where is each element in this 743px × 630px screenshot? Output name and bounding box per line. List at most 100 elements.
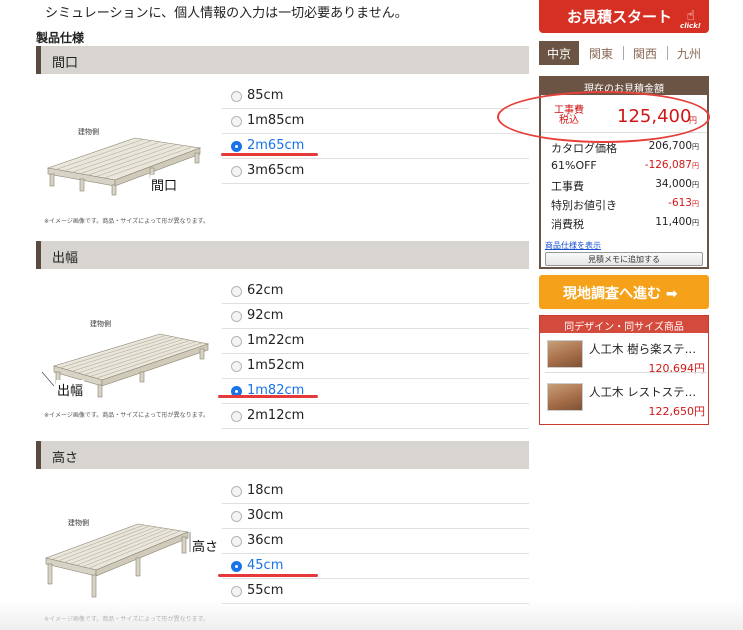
click-label: click!: [680, 22, 701, 30]
same-design-header: 同デザイン・同サイズ商品: [540, 316, 708, 333]
option-list-height: 18cm 30cm 36cm 45cm 55cm: [222, 479, 529, 604]
section-bar: [36, 46, 41, 74]
section-title: 間口: [52, 56, 79, 71]
product-item[interactable]: 人工木 樹ら楽ステージ 120,694円: [547, 338, 707, 380]
price-row-value: 206,700円: [648, 140, 699, 152]
option-label: 1m22cm: [247, 333, 305, 348]
selection-underline: [218, 574, 318, 577]
price-row-label: 工事費: [551, 180, 584, 193]
radio-button[interactable]: [231, 91, 242, 102]
option-label: 92cm: [247, 308, 284, 323]
selection-underline: [218, 395, 318, 398]
option-1m82cm[interactable]: 1m82cm: [222, 379, 529, 404]
option-list-width: 85cm 1m85cm 2m65cm 3m65cm: [222, 84, 529, 184]
section-header-width: 間口: [36, 46, 529, 74]
dimension-label-height: 高さ: [191, 536, 220, 555]
option-85cm[interactable]: 85cm: [222, 84, 529, 109]
radio-button[interactable]: [231, 116, 242, 127]
tab-kanto[interactable]: 関東: [583, 41, 619, 65]
option-1m22cm[interactable]: 1m22cm: [222, 329, 529, 354]
section-header-height: 高さ: [36, 441, 529, 469]
option-label: 30cm: [247, 508, 284, 523]
radio-button-selected[interactable]: [231, 141, 242, 152]
tab-kyushu[interactable]: 九州: [671, 41, 707, 65]
radio-button[interactable]: [231, 311, 242, 322]
add-memo-button[interactable]: 見積メモに追加する: [545, 252, 703, 266]
price-row-construction: 工事費 34,000円: [549, 176, 701, 194]
building-side-label: 建物側: [68, 519, 89, 527]
price-row-label: 特別お値引き: [551, 199, 617, 212]
radio-button[interactable]: [231, 486, 242, 497]
option-92cm[interactable]: 92cm: [222, 304, 529, 329]
building-side-label: 建物側: [78, 128, 99, 136]
product-name[interactable]: 人工木 樹ら楽ステージ: [589, 341, 701, 357]
dimension-label-depth: 出幅: [56, 380, 85, 399]
highlight-ellipse: [497, 91, 710, 143]
spec-title: 製品仕様: [36, 31, 85, 45]
radio-button[interactable]: [231, 336, 242, 347]
radio-button[interactable]: [231, 586, 242, 597]
option-1m52cm[interactable]: 1m52cm: [222, 354, 529, 379]
section-header-depth: 出幅: [36, 241, 529, 269]
option-1m85cm[interactable]: 1m85cm: [222, 109, 529, 134]
radio-button[interactable]: [231, 536, 242, 547]
price-row-value: -613円: [668, 197, 699, 209]
section-bar: [36, 241, 41, 269]
product-price: 122,650円: [648, 405, 706, 418]
show-spec-link[interactable]: 商品仕様を表示: [545, 240, 601, 251]
option-label: 2m12cm: [247, 408, 305, 423]
radio-button-selected[interactable]: [231, 561, 242, 572]
section-bar: [36, 441, 41, 469]
price-row-value: -126,087円: [644, 159, 699, 171]
deck-drawing: [44, 523, 191, 598]
section-title: 高さ: [52, 451, 79, 466]
radio-button[interactable]: [231, 286, 242, 297]
bottom-fade: [0, 600, 743, 630]
image-note: ※イメージ画像です。商品・サイズによって形が異なります。: [44, 412, 210, 419]
intro-text: シミュレーションに、個人情報の入力は一切必要ありません。: [45, 6, 408, 21]
option-label: 55cm: [247, 583, 284, 598]
radio-button[interactable]: [231, 361, 242, 372]
product-name[interactable]: 人工木 レストステージ: [589, 384, 701, 400]
option-label: 2m65cm: [247, 138, 305, 153]
product-thumbnail[interactable]: [547, 383, 583, 411]
option-label: 18cm: [247, 483, 284, 498]
estimate-start-button[interactable]: お見積スタート ☝ click!: [539, 0, 709, 33]
option-30cm[interactable]: 30cm: [222, 504, 529, 529]
radio-button[interactable]: [231, 511, 242, 522]
image-note: ※イメージ画像です。商品・サイズによって形が異なります。: [44, 218, 210, 225]
deck-illustration-width: [46, 137, 202, 196]
tab-kansai[interactable]: 関西: [627, 41, 663, 65]
option-36cm[interactable]: 36cm: [222, 529, 529, 554]
section-title: 出幅: [52, 251, 79, 266]
product-item[interactable]: 人工木 レストステージ 122,650円: [547, 381, 707, 423]
price-row-label: 61%OFF: [551, 159, 597, 172]
tab-chukyo[interactable]: 中京: [539, 41, 579, 65]
site-survey-label: 現地調査へ進む ➡: [563, 286, 678, 302]
product-thumbnail[interactable]: [547, 340, 583, 368]
building-side-label: 建物側: [90, 320, 111, 328]
option-label: 1m52cm: [247, 358, 305, 373]
product-price: 120,694円: [648, 362, 706, 375]
option-label: 36cm: [247, 533, 284, 548]
option-62cm[interactable]: 62cm: [222, 279, 529, 304]
option-2m12cm[interactable]: 2m12cm: [222, 404, 529, 429]
option-18cm[interactable]: 18cm: [222, 479, 529, 504]
option-label: 85cm: [247, 88, 284, 103]
tab-divider: [623, 46, 624, 60]
option-label: 45cm: [247, 558, 284, 573]
radio-button[interactable]: [231, 411, 242, 422]
price-row-special-discount: 特別お値引き -613円: [549, 195, 701, 213]
selection-underline: [221, 153, 318, 156]
price-row-tax: 消費税 11,400円: [549, 214, 701, 232]
radio-button[interactable]: [231, 166, 242, 177]
estimate-start-label: お見積スタート: [567, 8, 673, 26]
dimension-label-width: 間口: [150, 175, 179, 194]
option-label: 3m65cm: [247, 163, 305, 178]
site-survey-button[interactable]: 現地調査へ進む ➡: [539, 275, 709, 309]
region-tabs: 中京 関東 関西 九州: [539, 41, 709, 65]
option-label: 62cm: [247, 283, 284, 298]
tab-divider: [667, 46, 668, 60]
option-3m65cm[interactable]: 3m65cm: [222, 159, 529, 184]
price-row-label: 消費税: [551, 218, 584, 231]
